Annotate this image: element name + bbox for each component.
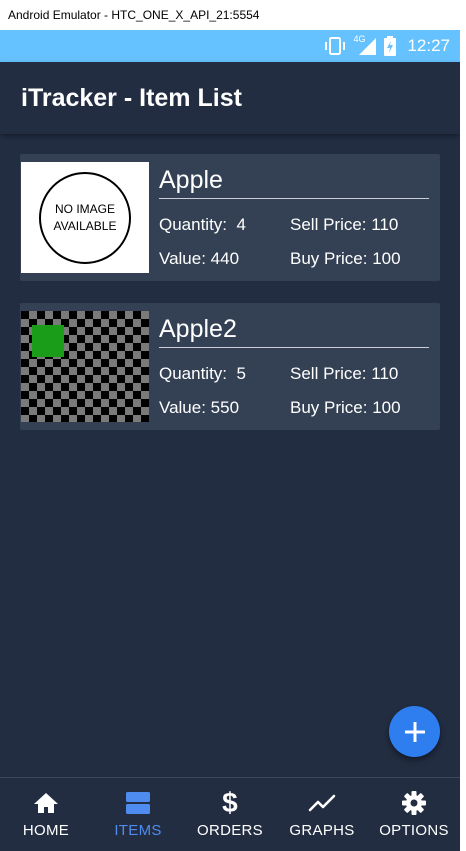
home-icon [34,793,58,813]
item-list: NO IMAGE AVAILABLE Apple Quantity: 4 Sel… [20,154,440,452]
status-time: 12:27 [407,36,450,55]
nav-items[interactable]: ITEMS [92,778,184,851]
item-buy-price: Buy Price: 100 [290,398,401,417]
item-image [21,311,149,422]
item-quantity: Quantity: 5 [159,364,246,383]
item-sell-price: Sell Price: 110 [290,215,399,234]
bottom-navigation: HOME ITEMS $ ORDERS GRAPHS OPTIONS [0,777,460,851]
status-bar: 4G 12:27 [0,30,460,62]
graph-icon [308,794,336,812]
gear-icon [402,791,426,815]
window-edge [460,0,466,851]
nav-orders[interactable]: $ ORDERS [184,778,276,851]
dollar-icon: $ [222,787,238,818]
phone-screen: 4G 12:27 iTracker - Item List NO IMAGE A… [0,30,460,851]
vibrate-icon [325,37,346,55]
nav-options[interactable]: OPTIONS [368,778,460,851]
item-buy-price: Buy Price: 100 [290,249,401,268]
nav-home[interactable]: HOME [0,778,92,851]
no-image-text-line1: NO IMAGE [54,201,115,216]
item-value: Value: 550 [159,398,240,417]
nav-options-label: OPTIONS [379,822,449,839]
item-sell-price: Sell Price: 110 [290,364,399,383]
plus-icon [404,721,425,742]
status-icons: 4G [323,34,397,56]
item-card[interactable]: Apple2 Quantity: 5 Sell Price: 110 Value… [20,303,440,430]
nav-home-label: HOME [22,822,70,839]
nav-graphs-label: GRAPHS [289,822,355,839]
battery-icon [384,36,397,56]
item-name: Apple2 [159,315,429,348]
no-image-badge: NO IMAGE AVAILABLE [39,171,131,264]
nav-orders-label: ORDERS [197,822,263,839]
green-square-graphic [32,325,64,357]
item-name: Apple [159,166,429,199]
nav-items-label: ITEMS [114,822,162,839]
items-icon [126,792,150,814]
nav-graphs[interactable]: GRAPHS [276,778,368,851]
add-item-button[interactable] [389,706,440,757]
item-quantity: Quantity: 4 [159,215,246,234]
page-title: iTracker - Item List [21,83,242,112]
app-bar: iTracker - Item List [0,62,460,134]
emulator-window-title: Android Emulator - HTC_ONE_X_API_21:5554 [0,0,466,30]
signal-icon: 4G [353,34,377,56]
item-image-placeholder: NO IMAGE AVAILABLE [21,162,149,273]
item-card[interactable]: NO IMAGE AVAILABLE Apple Quantity: 4 Sel… [20,154,440,281]
item-value: Value: 440 [159,249,240,268]
no-image-text-line2: AVAILABLE [53,218,117,233]
